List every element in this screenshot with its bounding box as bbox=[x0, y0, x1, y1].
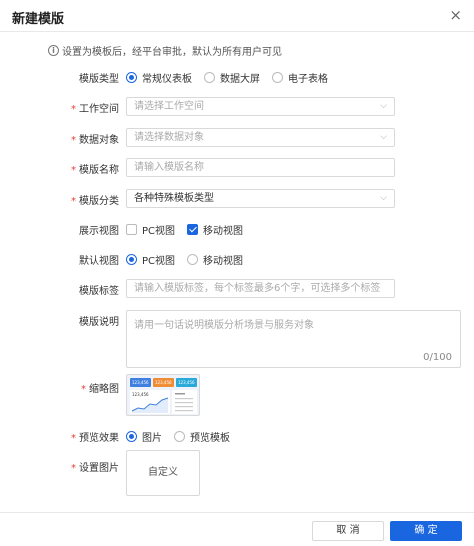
workspace-label: * 工作空间 bbox=[71, 104, 119, 115]
checkmark-icon bbox=[187, 224, 199, 235]
thumb-card-blue: 123,456 bbox=[130, 378, 151, 387]
checkbox-mobile-view[interactable]: 移动视图 bbox=[187, 222, 243, 237]
preview-label: * 预览效果 bbox=[71, 433, 119, 444]
thumbnail-image[interactable]: 123,456 123,456 123,456 123,456 bbox=[126, 374, 200, 416]
notice-text: 设置为模板后，经平台审批，默认为所有用户可见 bbox=[62, 47, 282, 58]
close-icon[interactable]: × bbox=[449, 6, 462, 24]
radio-default-mobile[interactable]: 移动视图 bbox=[187, 252, 243, 267]
thumb-list-panel bbox=[172, 390, 197, 414]
description-label: 模版说明 bbox=[79, 317, 119, 328]
radio-spreadsheet[interactable]: 电子表格 bbox=[272, 70, 328, 85]
radio-dot bbox=[272, 72, 283, 83]
dialog-header: 新建模版 × bbox=[0, 0, 474, 32]
data-object-select[interactable]: 请选择数据对象 ⌵ bbox=[126, 128, 395, 147]
chevron-down-icon: ⌵ bbox=[380, 101, 387, 111]
radio-dot bbox=[174, 431, 185, 442]
category-label: * 模版分类 bbox=[71, 196, 119, 207]
default-view-label: 默认视图 bbox=[79, 256, 119, 267]
notice: i 设置为模板后，经平台审批，默认为所有用户可见 bbox=[48, 43, 282, 58]
custom-image-upload-button[interactable]: 自定义 bbox=[126, 450, 200, 496]
template-name-input[interactable] bbox=[126, 158, 395, 177]
display-view-label: 展示视图 bbox=[79, 226, 119, 237]
set-image-label: * 设置图片 bbox=[71, 463, 119, 474]
thumb-card-cyan: 123,456 bbox=[176, 378, 197, 387]
checkbox-pc-view[interactable]: PC视图 bbox=[126, 222, 175, 237]
dialog-footer: 取 消 确 定 bbox=[0, 512, 474, 546]
category-select[interactable]: 各种特殊模板类型 ⌵ bbox=[126, 189, 395, 208]
data-object-label: * 数据对象 bbox=[71, 135, 119, 146]
tags-input[interactable] bbox=[126, 279, 395, 298]
radio-data-screen[interactable]: 数据大屏 bbox=[204, 70, 260, 85]
template-name-label: * 模版名称 bbox=[71, 165, 119, 176]
thumb-card-orange: 123,456 bbox=[153, 378, 174, 387]
radio-preview-template[interactable]: 预览模板 bbox=[174, 429, 230, 444]
workspace-select[interactable]: 请选择工作空间 ⌵ bbox=[126, 97, 395, 116]
radio-dot bbox=[126, 431, 137, 442]
thumb-list-icon bbox=[175, 393, 193, 412]
description-textarea[interactable]: 请用一句话说明模版分析场景与服务对象 0/100 bbox=[126, 310, 461, 368]
dialog-title: 新建模版 bbox=[12, 12, 65, 27]
default-view-radio-group: PC视图 移动视图 bbox=[126, 252, 255, 267]
radio-regular-dashboard[interactable]: 常规仪表板 bbox=[126, 70, 192, 85]
thumb-line-chart-icon bbox=[131, 397, 169, 413]
template-type-radio-group: 常规仪表板 数据大屏 电子表格 bbox=[126, 70, 340, 85]
display-view-checkbox-group: PC视图 移动视图 bbox=[126, 222, 255, 237]
description-counter: 0/100 bbox=[423, 352, 452, 363]
thumb-chart-panel: 123,456 bbox=[130, 390, 170, 414]
thumbnail-label: * 缩略图 bbox=[81, 384, 119, 395]
info-icon: i bbox=[48, 45, 59, 56]
radio-dot bbox=[126, 72, 137, 83]
cancel-button[interactable]: 取 消 bbox=[312, 521, 384, 541]
tags-label: 模版标签 bbox=[79, 286, 119, 297]
template-type-label: 模版类型 bbox=[79, 74, 119, 85]
radio-dot bbox=[204, 72, 215, 83]
preview-radio-group: 图片 预览模板 bbox=[126, 429, 242, 444]
checkbox-box bbox=[126, 224, 137, 235]
chevron-down-icon: ⌵ bbox=[380, 132, 387, 142]
radio-dot bbox=[187, 254, 199, 265]
radio-default-pc[interactable]: PC视图 bbox=[126, 252, 175, 267]
confirm-button[interactable]: 确 定 bbox=[390, 521, 462, 541]
radio-dot bbox=[126, 254, 137, 265]
radio-preview-image[interactable]: 图片 bbox=[126, 429, 162, 444]
chevron-down-icon: ⌵ bbox=[380, 193, 387, 203]
